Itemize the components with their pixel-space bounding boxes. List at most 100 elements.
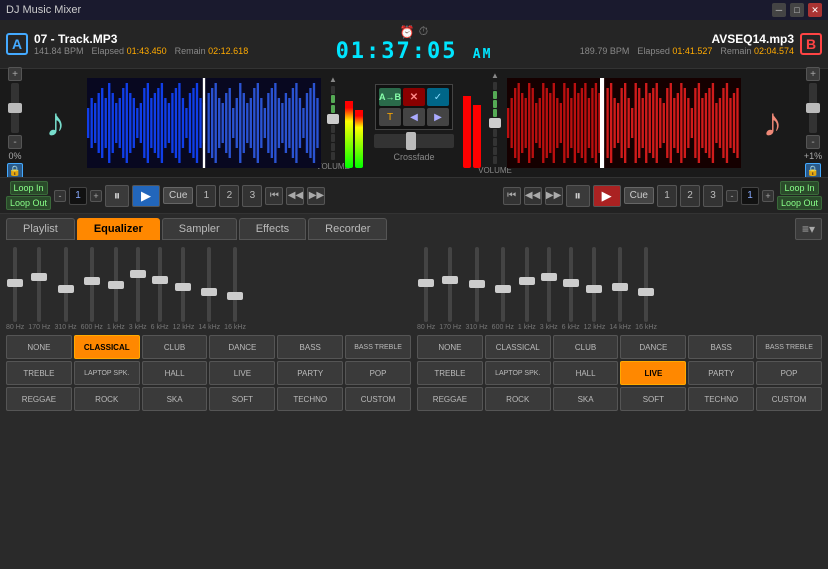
eq-band-a-1: 170 Hz	[28, 247, 50, 331]
deck-b-cue-2[interactable]: 2	[680, 185, 700, 207]
deck-b-play-button[interactable]: ▶	[593, 185, 621, 207]
preset-b-techno[interactable]: TECHNO	[688, 387, 754, 411]
deck-b-loop-out-button[interactable]: Loop Out	[777, 196, 822, 210]
preset-a-laptop[interactable]: LAPTOP SPK.	[74, 361, 140, 385]
deck-b-prev-button2[interactable]: ◀◀	[524, 187, 542, 205]
preset-b-hall[interactable]: HALL	[553, 361, 619, 385]
preset-a-none[interactable]: NONE	[6, 335, 72, 359]
tab-sampler[interactable]: Sampler	[162, 218, 237, 240]
preset-b-none[interactable]: NONE	[417, 335, 483, 359]
deck-a-cue-3[interactable]: 3	[242, 185, 262, 207]
preset-a-bass-treble[interactable]: BASS TREBLE	[345, 335, 411, 359]
minimize-button[interactable]: ─	[772, 3, 786, 17]
deck-a-loop-num-down[interactable]: -	[54, 190, 66, 202]
preset-b-classical[interactable]: CLASSICAL	[485, 335, 551, 359]
deck-b-waveform[interactable]	[507, 78, 741, 168]
preset-a-club[interactable]: CLUB	[142, 335, 208, 359]
preset-b-bass-treble[interactable]: BASS TREBLE	[756, 335, 822, 359]
deck-a-vol-up[interactable]: +	[8, 67, 22, 81]
preset-a-reggae[interactable]: REGGAE	[6, 387, 72, 411]
tab-recorder[interactable]: Recorder	[308, 218, 387, 240]
deck-b-pause-button[interactable]: ⏸	[566, 185, 590, 207]
tab-effects[interactable]: Effects	[239, 218, 306, 240]
arrow-left-button[interactable]: ◀	[403, 108, 425, 126]
eq-sliders-b: 80 Hz 170 Hz 310 Hz	[417, 243, 822, 333]
preset-b-reggae[interactable]: REGGAE	[417, 387, 483, 411]
tab-playlist[interactable]: Playlist	[6, 218, 75, 240]
preset-b-party[interactable]: PARTY	[688, 361, 754, 385]
deck-a-cue-button[interactable]: Cue	[163, 187, 193, 204]
preset-a-hall[interactable]: HALL	[142, 361, 208, 385]
deck-a-waveform[interactable]	[87, 78, 321, 168]
deck-a-vol-down[interactable]: -	[8, 135, 22, 149]
deck-a-prev-button[interactable]: ⏮	[265, 187, 283, 205]
deck-a-vu-right	[355, 78, 363, 168]
deck-a-note-icon: ♪	[28, 96, 83, 151]
preset-b-laptop[interactable]: LAPTOP SPK.	[485, 361, 551, 385]
x-button[interactable]: ✕	[403, 88, 425, 106]
preset-b-pop[interactable]: POP	[756, 361, 822, 385]
preset-b-bass[interactable]: BASS	[688, 335, 754, 359]
deck-a-volume-slider[interactable]: ▲ VOLUME	[325, 75, 341, 171]
preset-b-soft[interactable]: SOFT	[620, 387, 686, 411]
deck-a-loop-in-button[interactable]: Loop In	[10, 181, 48, 195]
preset-a-bass[interactable]: BASS	[277, 335, 343, 359]
preset-a-party[interactable]: PARTY	[277, 361, 343, 385]
t-button[interactable]: T	[379, 108, 401, 126]
preset-a-ska[interactable]: SKA	[142, 387, 208, 411]
close-button[interactable]: ✕	[808, 3, 822, 17]
deck-a-play-button[interactable]: ▶	[132, 185, 160, 207]
eq-content: 80 Hz 170 Hz 310 Hz	[6, 243, 822, 567]
preset-a-custom[interactable]: CUSTOM	[345, 387, 411, 411]
preset-b-live[interactable]: LIVE	[620, 361, 686, 385]
preset-a-classical[interactable]: CLASSICAL	[74, 335, 140, 359]
preset-b-dance[interactable]: DANCE	[620, 335, 686, 359]
preset-a-techno[interactable]: TECHNO	[277, 387, 343, 411]
preset-a-pop[interactable]: POP	[345, 361, 411, 385]
preset-b-treble[interactable]: TREBLE	[417, 361, 483, 385]
preset-a-rock[interactable]: ROCK	[74, 387, 140, 411]
deck-b-cue-button[interactable]: Cue	[624, 187, 654, 204]
deck-a-pause-button[interactable]: ⏸	[105, 185, 129, 207]
preset-b-ska[interactable]: SKA	[553, 387, 619, 411]
preset-a-dance[interactable]: DANCE	[209, 335, 275, 359]
deck-b-fader[interactable]	[809, 83, 817, 133]
deck-a-cue-1[interactable]: 1	[196, 185, 216, 207]
deck-b-volume-slider[interactable]: ▲ VOLUME	[487, 71, 503, 175]
deck-b-prev-button[interactable]: ⏮	[503, 187, 521, 205]
tab-bar: Playlist Equalizer Sampler Effects Recor…	[6, 218, 822, 240]
deck-a-prev-button2[interactable]: ◀◀	[286, 187, 304, 205]
eq-sliders-a: 80 Hz 170 Hz 310 Hz	[6, 243, 411, 333]
tab-equalizer[interactable]: Equalizer	[77, 218, 160, 240]
preset-b-club[interactable]: CLUB	[553, 335, 619, 359]
deck-b-next-button[interactable]: ▶▶	[545, 187, 563, 205]
preset-b-custom[interactable]: CUSTOM	[756, 387, 822, 411]
deck-b-vol-down[interactable]: -	[806, 135, 820, 149]
crossfade-label: Crossfade	[393, 152, 434, 162]
preset-a-soft[interactable]: SOFT	[209, 387, 275, 411]
deck-b-cue-1[interactable]: 1	[657, 185, 677, 207]
list-view-button[interactable]: ≡▾	[795, 218, 822, 240]
check-button[interactable]: ✓	[427, 88, 449, 106]
preset-a-live[interactable]: LIVE	[209, 361, 275, 385]
deck-a-loop-out-button[interactable]: Loop Out	[6, 196, 51, 210]
preset-b-rock[interactable]: ROCK	[485, 387, 551, 411]
deck-a-track: 07 - Track.MP3	[34, 32, 248, 46]
arrow-right-button[interactable]: ▶	[427, 108, 449, 126]
deck-a-cue-2[interactable]: 2	[219, 185, 239, 207]
deck-b-loop-in-button[interactable]: Loop In	[780, 181, 818, 195]
clock-icon-1: ⏰	[400, 25, 415, 39]
ab-switch-button[interactable]: A→B	[379, 88, 401, 106]
deck-b-loop-num-down[interactable]: -	[726, 190, 738, 202]
deck-b-vol-up[interactable]: +	[806, 67, 820, 81]
crossfade-slider[interactable]	[374, 134, 454, 148]
maximize-button[interactable]: □	[790, 3, 804, 17]
deck-a-next-button[interactable]: ▶▶	[307, 187, 325, 205]
preset-a-treble[interactable]: TREBLE	[6, 361, 72, 385]
deck-b-loop-num-up[interactable]: +	[762, 190, 774, 202]
deck-b-cue-3[interactable]: 3	[703, 185, 723, 207]
deck-a-fader[interactable]	[11, 83, 19, 133]
deck-a-loop-num-up[interactable]: +	[90, 190, 102, 202]
eq-band-a-9: 16 kHz	[224, 247, 246, 331]
deck-a-waveform-svg	[87, 78, 321, 168]
